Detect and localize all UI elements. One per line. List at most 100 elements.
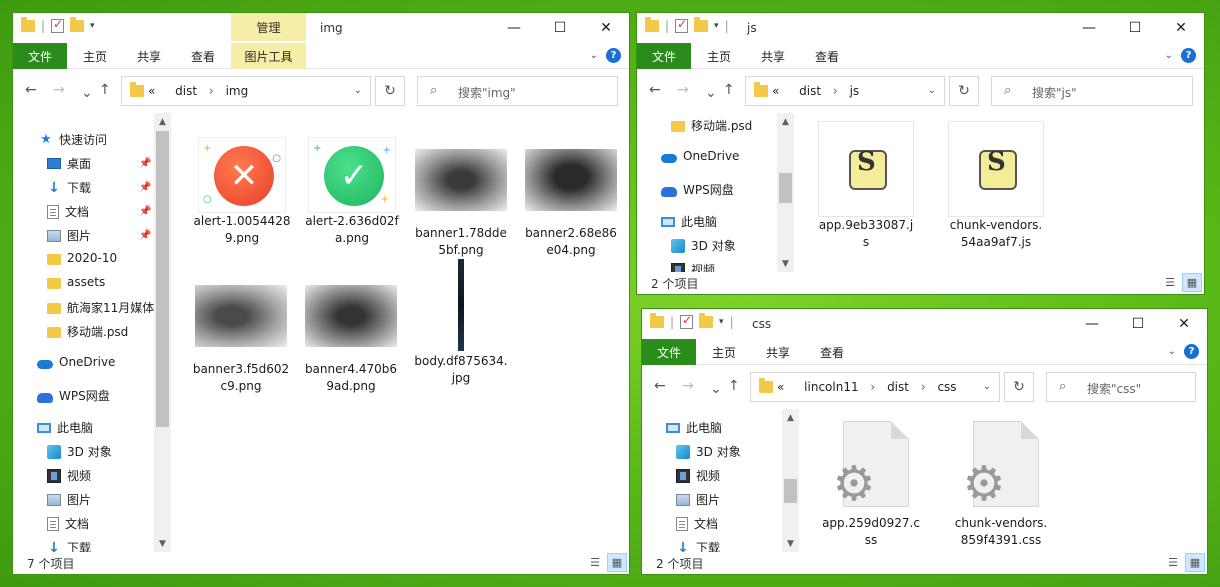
customize-qat-icon[interactable]: ▾: [90, 21, 95, 31]
recent-locations-icon[interactable]: ⌄: [81, 85, 93, 101]
title-bar[interactable]: | ▾ | css — ☐ ✕: [642, 309, 1207, 339]
scroll-up-icon[interactable]: ▲: [777, 117, 794, 127]
nav-quick-access[interactable]: ★ 快速访问: [39, 131, 107, 148]
tab-share[interactable]: 共享: [756, 339, 800, 365]
help-icon[interactable]: ?: [1181, 48, 1196, 63]
help-icon[interactable]: ?: [606, 48, 621, 63]
forward-arrow-icon[interactable]: →: [682, 378, 694, 394]
folder-icon[interactable]: [645, 17, 659, 32]
new-folder-icon[interactable]: [70, 17, 85, 32]
refresh-button[interactable]: ↻: [1004, 372, 1034, 402]
address-overflow-chevron[interactable]: «: [777, 380, 784, 394]
nav-3d-objects[interactable]: 3D 对象: [676, 443, 741, 460]
title-bar[interactable]: | ▾ 管理 img — ☐ ✕: [13, 13, 629, 43]
breadcrumb-separator-icon[interactable]: ›: [833, 84, 838, 98]
back-arrow-icon[interactable]: ←: [25, 82, 37, 98]
up-arrow-icon[interactable]: ↑: [728, 378, 740, 394]
file-item-banner4[interactable]: banner4.470b6 9ad.png: [301, 285, 401, 395]
scrollbar-thumb[interactable]: [784, 479, 797, 503]
pin-icon[interactable]: 📌: [139, 182, 151, 193]
tab-view[interactable]: 查看: [181, 43, 225, 69]
recent-locations-icon[interactable]: ⌄: [710, 381, 722, 397]
pin-icon[interactable]: 📌: [139, 230, 151, 241]
nav-scrollbar[interactable]: ▲ ▼: [782, 409, 799, 554]
nav-pictures[interactable]: 图片 📌: [47, 227, 151, 244]
folder-icon[interactable]: [650, 313, 664, 328]
tab-file[interactable]: 文件: [13, 43, 67, 69]
nav-folder-mobile-psd[interactable]: 移动端.psd: [47, 323, 128, 340]
nav-this-pc[interactable]: 此电脑: [661, 213, 717, 230]
nav-3d-objects[interactable]: 3D 对象: [671, 237, 736, 254]
tab-share[interactable]: 共享: [751, 43, 795, 69]
nav-scrollbar[interactable]: ▲ ▼: [154, 113, 171, 554]
large-icons-view-icon[interactable]: ▦: [607, 553, 627, 572]
address-bar[interactable]: « dist › js ⌄: [745, 76, 945, 106]
tab-file[interactable]: 文件: [637, 43, 691, 69]
nav-wps-cloud[interactable]: WPS网盘: [661, 181, 734, 198]
nav-scrollbar[interactable]: ▲ ▼: [777, 113, 794, 274]
search-box[interactable]: ⌕ 搜索"img": [417, 76, 618, 106]
file-item-banner1[interactable]: banner1.78dde 5bf.png: [411, 149, 511, 259]
minimize-button[interactable]: —: [1066, 13, 1112, 43]
nav-folder-2020-10[interactable]: 2020-10: [47, 251, 117, 265]
address-bar[interactable]: « dist › img ⌄: [121, 76, 371, 106]
forward-arrow-icon[interactable]: →: [53, 82, 65, 98]
details-view-icon[interactable]: ☰: [1163, 553, 1183, 572]
file-item-app-js[interactable]: app.9eb33087.j s: [811, 121, 921, 251]
nav-this-pc[interactable]: 此电脑: [37, 419, 93, 436]
tab-view[interactable]: 查看: [805, 43, 849, 69]
nav-desktop[interactable]: 桌面 📌: [47, 155, 151, 172]
breadcrumb-separator-icon[interactable]: ›: [209, 84, 214, 98]
breadcrumb-dist[interactable]: dist: [887, 380, 909, 394]
nav-documents-pc[interactable]: 文档: [47, 515, 89, 532]
close-button[interactable]: ✕: [1158, 13, 1204, 43]
large-icons-view-icon[interactable]: ▦: [1185, 553, 1205, 572]
nav-folder-assets[interactable]: assets: [47, 275, 105, 289]
tab-file[interactable]: 文件: [642, 339, 696, 365]
maximize-button[interactable]: ☐: [537, 13, 583, 43]
minimize-button[interactable]: —: [1069, 309, 1115, 339]
nav-videos[interactable]: 视频: [47, 467, 91, 484]
breadcrumb-separator-icon[interactable]: ›: [921, 380, 926, 394]
nav-this-pc[interactable]: 此电脑: [666, 419, 722, 436]
maximize-button[interactable]: ☐: [1112, 13, 1158, 43]
nav-downloads[interactable]: ↓ 下载 📌: [47, 179, 151, 196]
up-arrow-icon[interactable]: ↑: [99, 82, 111, 98]
expand-ribbon-icon[interactable]: ⌄: [1165, 50, 1173, 61]
scroll-down-icon[interactable]: ▼: [782, 539, 799, 549]
breadcrumb-separator-icon[interactable]: ›: [870, 380, 875, 394]
tab-picture-tools[interactable]: 图片工具: [231, 43, 306, 69]
breadcrumb-js[interactable]: js: [850, 84, 860, 98]
scrollbar-thumb[interactable]: [156, 131, 169, 427]
file-item-alert-2[interactable]: ✓ + + + alert-2.636d02f a.png: [297, 137, 407, 247]
tab-home[interactable]: 主页: [73, 43, 117, 69]
expand-ribbon-icon[interactable]: ⌄: [1168, 346, 1176, 357]
manage-context-tab[interactable]: 管理: [231, 13, 306, 41]
search-box[interactable]: ⌕ 搜索"css": [1046, 372, 1196, 402]
nav-pictures-pc[interactable]: 图片: [47, 491, 91, 508]
minimize-button[interactable]: —: [491, 13, 537, 43]
search-box[interactable]: ⌕ 搜索"js": [991, 76, 1193, 106]
nav-3d-objects[interactable]: 3D 对象: [47, 443, 112, 460]
file-item-app-css[interactable]: ⚙ app.259d0927.c ss: [816, 419, 926, 549]
address-bar[interactable]: « lincoln11 › dist › css ⌄: [750, 372, 1000, 402]
up-arrow-icon[interactable]: ↑: [723, 82, 735, 98]
properties-icon[interactable]: [675, 17, 689, 33]
file-item-banner2[interactable]: banner2.68e86 e04.png: [521, 149, 621, 259]
nav-wps-cloud[interactable]: WPS网盘: [37, 387, 110, 404]
address-dropdown-icon[interactable]: ⌄: [928, 85, 936, 96]
title-bar[interactable]: | ▾ | js — ☐ ✕: [637, 13, 1204, 43]
scroll-down-icon[interactable]: ▼: [154, 539, 171, 549]
breadcrumb-dist[interactable]: dist: [175, 84, 197, 98]
refresh-button[interactable]: ↻: [375, 76, 405, 106]
nav-documents[interactable]: 文档 📌: [47, 203, 151, 220]
details-view-icon[interactable]: ☰: [585, 553, 605, 572]
large-icons-view-icon[interactable]: ▦: [1182, 273, 1202, 292]
address-dropdown-icon[interactable]: ⌄: [354, 85, 362, 96]
close-button[interactable]: ✕: [583, 13, 629, 43]
help-icon[interactable]: ?: [1184, 344, 1199, 359]
file-item-banner3[interactable]: banner3.f5d602 c9.png: [191, 285, 291, 395]
pin-icon[interactable]: 📌: [139, 158, 151, 169]
new-folder-icon[interactable]: [699, 313, 714, 328]
file-item-chunk-vendors-js[interactable]: chunk-vendors. 54aa9af7.js: [941, 121, 1051, 251]
